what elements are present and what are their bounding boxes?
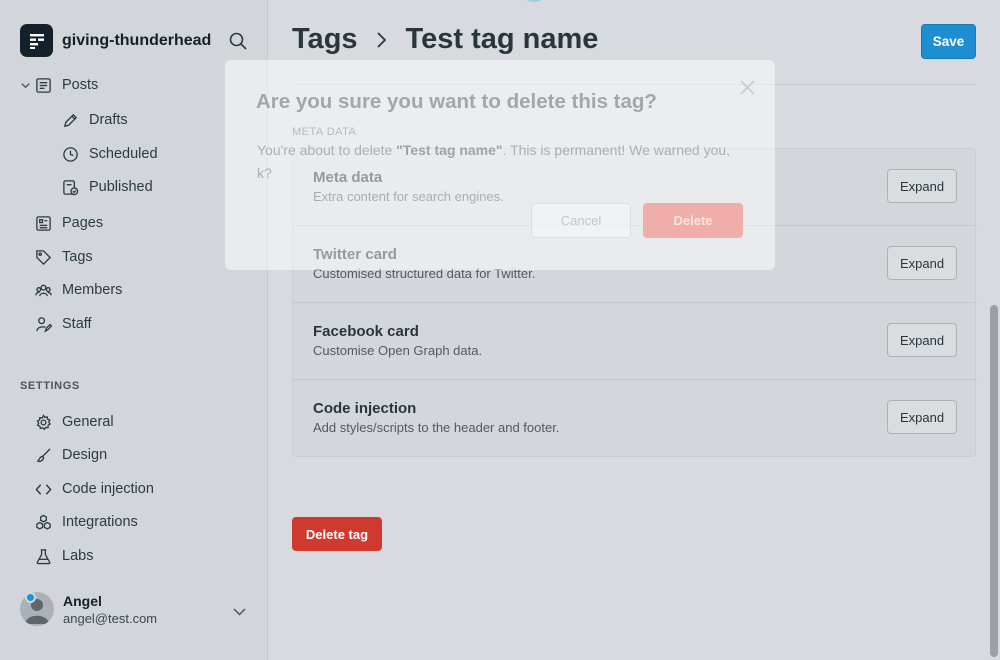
sidebar-item-label: Tags	[62, 249, 93, 265]
sidebar-item-label: Drafts	[89, 112, 128, 128]
confirm-delete-button[interactable]: Delete	[643, 203, 743, 238]
page-title: Test tag name	[405, 23, 599, 55]
sidebar-item-posts[interactable]: Posts	[20, 74, 98, 96]
site-logo-icon	[20, 24, 53, 57]
sidebar-item-label: Members	[62, 282, 123, 298]
members-icon	[35, 284, 52, 296]
sidebar-item-label: Integrations	[62, 514, 138, 530]
flask-icon	[36, 548, 51, 564]
card-facebook: Facebook card Customise Open Graph data.…	[293, 303, 977, 380]
settings-section-title: SETTINGS	[20, 380, 80, 392]
cancel-button[interactable]: Cancel	[531, 203, 631, 238]
breadcrumb-parent[interactable]: Tags	[292, 23, 358, 56]
staff-icon	[36, 316, 52, 333]
sidebar-item-staff[interactable]: Staff	[35, 313, 92, 335]
gear-icon	[36, 413, 52, 430]
user-email: angel@test.com	[63, 610, 158, 626]
site-name: giving-thunderhead	[62, 31, 212, 49]
integrations-icon	[36, 514, 51, 530]
expand-button[interactable]: Expand	[887, 323, 957, 357]
brand[interactable]: giving-thunderhead	[20, 24, 211, 57]
sidebar-item-labs[interactable]: Labs	[35, 545, 93, 567]
pencil-icon	[63, 113, 78, 127]
chevron-down-icon[interactable]	[232, 604, 247, 619]
expand-button[interactable]: Expand	[887, 246, 957, 280]
posts-icon	[36, 77, 51, 93]
chevron-down-icon[interactable]	[20, 80, 31, 91]
card-description: Add styles/scripts to the header and foo…	[313, 420, 560, 435]
modal-tag-name: "Test tag name"	[396, 142, 503, 158]
modal-text-before: You're about to delete	[257, 142, 397, 158]
expand-button[interactable]: Expand	[887, 169, 957, 203]
sidebar-item-general[interactable]: General	[35, 411, 114, 433]
sidebar-item-tags[interactable]: Tags	[35, 246, 93, 268]
published-icon	[63, 179, 79, 195]
code-icon	[35, 483, 52, 495]
modal-message: You're about to delete "Test tag name". …	[257, 139, 747, 185]
sidebar-item-code-injection[interactable]: Code injection	[35, 478, 154, 500]
breadcrumb: Tags Test tag name	[292, 23, 598, 56]
expand-button[interactable]: Expand	[887, 400, 957, 434]
brush-icon	[36, 447, 51, 462]
sidebar-item-label: Posts	[62, 77, 99, 93]
sidebar-item-label: Published	[89, 179, 153, 195]
sidebar-item-label: Design	[62, 447, 108, 463]
card-description: Customise Open Graph data.	[313, 343, 483, 358]
card-code-injection: Code injection Add styles/scripts to the…	[293, 380, 977, 457]
top-indicator	[524, 0, 544, 2]
save-button[interactable]: Save	[921, 24, 976, 59]
user-name: Angel	[63, 592, 102, 609]
close-icon[interactable]	[739, 79, 756, 96]
sidebar-item-label: General	[62, 414, 114, 430]
sidebar-item-members[interactable]: Members	[35, 279, 122, 301]
card-title: Code injection	[313, 400, 417, 417]
sidebar-item-integrations[interactable]: Integrations	[35, 511, 138, 533]
scrollbar[interactable]	[990, 305, 998, 657]
sidebar-item-label: Code injection	[62, 481, 154, 497]
clock-icon	[63, 146, 78, 162]
sidebar-item-pages[interactable]: Pages	[35, 212, 103, 234]
sidebar-item-design[interactable]: Design	[35, 444, 107, 466]
sidebar-item-label: Labs	[62, 548, 94, 564]
sidebar-item-published[interactable]: Published	[62, 176, 153, 198]
sidebar-item-drafts[interactable]: Drafts	[62, 109, 128, 131]
tag-icon	[36, 249, 52, 265]
delete-tag-button[interactable]: Delete tag	[292, 517, 382, 551]
sidebar-item-label: Pages	[62, 215, 104, 231]
search-icon[interactable]	[228, 31, 248, 51]
user-menu[interactable]: Angel angel@test.com	[20, 592, 250, 626]
pages-icon	[36, 215, 51, 231]
sidebar-item-label: Scheduled	[89, 146, 158, 162]
sidebar-item-label: Staff	[62, 316, 92, 332]
chevron-right-icon	[376, 31, 386, 48]
notification-dot	[25, 592, 36, 603]
modal-title: Are you sure you want to delete this tag…	[256, 90, 657, 113]
card-title: Facebook card	[313, 323, 419, 340]
sidebar-item-scheduled[interactable]: Scheduled	[62, 143, 158, 165]
delete-confirm-modal: Are you sure you want to delete this tag…	[225, 60, 775, 270]
